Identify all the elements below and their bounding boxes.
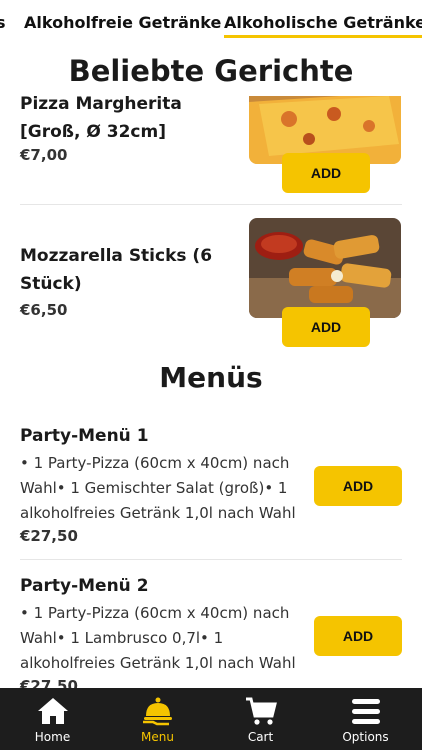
cart-icon xyxy=(246,697,277,725)
hamburger-icon xyxy=(352,699,380,724)
sticky-section-title: Beliebte Gerichte xyxy=(0,46,422,96)
list-item: Party-Menü 2 • 1 Party-Pizza (60cm x 40c… xyxy=(0,566,422,688)
nav-label: Menu xyxy=(141,730,174,744)
menu-description: • 1 Party-Pizza (60cm x 40cm) nach Wahl•… xyxy=(20,454,296,522)
category-tabs: s Alkoholfreie Getränke Alkoholische Get… xyxy=(0,0,422,46)
item-name: Mozzarella Sticks (6 Stück) xyxy=(20,246,213,294)
nav-menu[interactable]: Menu xyxy=(105,688,210,750)
add-button[interactable]: ADD xyxy=(282,307,370,347)
mozzarella-sticks-image xyxy=(249,218,401,318)
item-price: €6,50 xyxy=(20,301,68,319)
divider xyxy=(20,204,402,205)
add-button[interactable]: ADD xyxy=(314,466,402,506)
menu-price: €27,50 xyxy=(20,527,78,545)
tab-alkoholische-getraenke[interactable]: Alkoholische Getränke xyxy=(224,13,422,38)
nav-label: Options xyxy=(342,730,389,744)
item-price: €7,00 xyxy=(20,146,68,164)
tab-alkoholfreie-getraenke[interactable]: Alkoholfreie Getränke xyxy=(24,13,221,32)
add-button[interactable]: ADD xyxy=(314,616,402,656)
home-icon xyxy=(38,698,68,724)
nav-label: Home xyxy=(34,730,71,744)
section-title: Menüs xyxy=(159,361,263,394)
add-button[interactable]: ADD xyxy=(282,153,370,193)
menu-name: Party-Menü 2 xyxy=(20,576,149,596)
divider xyxy=(20,559,402,560)
item-name: Pizza Margherita [Groß, Ø 32cm] xyxy=(20,94,182,142)
menu-price: €27,50 xyxy=(20,677,78,688)
menu-description: • 1 Party-Pizza (60cm x 40cm) nach Wahl•… xyxy=(20,604,296,672)
nav-label: Cart xyxy=(247,730,274,744)
list-item: Party-Menü 1 • 1 Party-Pizza (60cm x 40c… xyxy=(0,416,422,561)
bottom-navigation: Home Menu Cart Options xyxy=(0,688,422,750)
menu-name: Party-Menü 1 xyxy=(20,426,149,446)
tab-partial[interactable]: s xyxy=(0,13,6,32)
nav-home[interactable]: Home xyxy=(0,688,105,750)
menu-cloche-icon xyxy=(143,697,172,726)
nav-options[interactable]: Options xyxy=(313,688,418,750)
list-item: Mozzarella Sticks (6 Stück) €6,50 ADD xyxy=(0,206,422,366)
nav-cart[interactable]: Cart xyxy=(208,688,313,750)
menu-list[interactable]: Pizza Margherita [Groß, Ø 32cm] €7,00 AD… xyxy=(0,46,422,688)
